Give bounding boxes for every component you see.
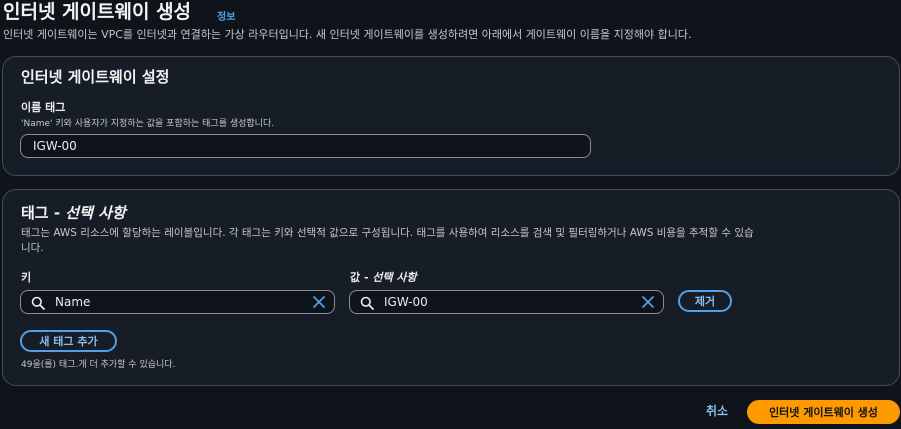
tags-title-optional: 선택 사항 — [65, 204, 126, 222]
tags-title: 태그 - 선택 사항 — [21, 202, 126, 223]
tags-description-line1: 태그는 AWS 리소스에 할당하는 레이블입니다. 각 태그는 키와 선택적 값… — [21, 227, 754, 239]
tags-panel: 태그 - 선택 사항 태그는 AWS 리소스에 할당하는 레이블입니다. 각 태… — [2, 189, 900, 386]
tag-value-value: IGW-00 — [384, 295, 428, 309]
tags-description-line2: 니다. — [21, 242, 44, 254]
add-tag-button[interactable]: 새 태그 추가 — [20, 330, 117, 352]
key-label: 키 — [21, 271, 32, 284]
name-tag-input[interactable] — [20, 134, 591, 158]
info-link[interactable]: 정보 — [217, 8, 235, 23]
tag-key-input[interactable]: Name — [20, 290, 335, 314]
tags-title-main: 태그 - — [21, 204, 66, 222]
close-icon[interactable] — [641, 295, 655, 309]
page-title: 인터넷 게이트웨이 생성 — [3, 1, 192, 23]
cancel-button[interactable]: 취소 — [706, 402, 728, 419]
search-icon — [31, 296, 45, 310]
remaining-tags-hint: 49을(를) 태그.개 더 추가할 수 있습니다. — [21, 360, 176, 370]
page-description: 인터넷 게이트웨이는 VPC를 인터넷과 연결하는 가상 라우터입니다. 새 인… — [3, 28, 692, 41]
value-label-optional: 선택 사항 — [372, 271, 417, 284]
close-icon[interactable] — [312, 295, 326, 309]
value-label: 값 - 선택 사항 — [350, 269, 417, 285]
tag-key-value: Name — [55, 295, 91, 309]
name-tag-description: 'Name' 키와 사용자가 지정하는 값을 포함하는 태그를 생성합니다. — [21, 119, 275, 129]
gateway-settings-panel: 인터넷 게이트웨이 설정 이름 태그 'Name' 키와 사용자가 지정하는 값… — [2, 56, 900, 176]
name-tag-label: 이름 태그 — [21, 101, 66, 114]
remove-tag-button[interactable]: 제거 — [678, 290, 732, 312]
settings-title: 인터넷 게이트웨이 설정 — [21, 68, 170, 86]
create-internet-gateway-button[interactable]: 인터넷 게이트웨이 생성 — [747, 400, 900, 424]
tag-value-input[interactable]: IGW-00 — [349, 290, 664, 314]
value-label-main: 값 - — [350, 271, 373, 284]
tags-description: 태그는 AWS 리소스에 할당하는 레이블입니다. 각 태그는 키와 선택적 값… — [21, 226, 891, 256]
search-icon — [360, 296, 374, 310]
